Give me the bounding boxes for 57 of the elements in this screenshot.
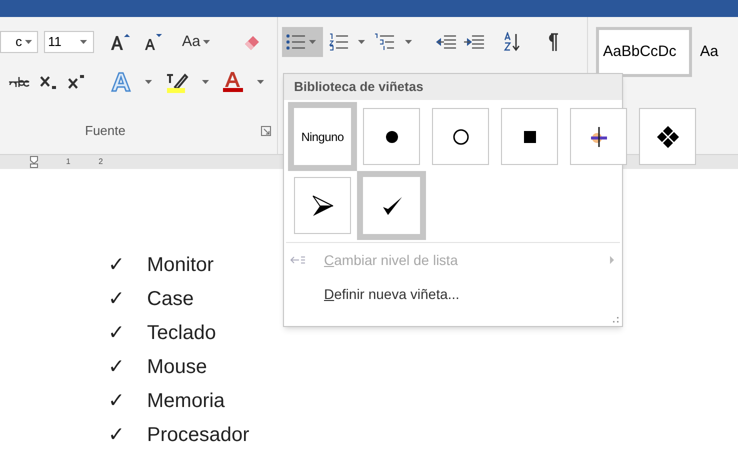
caret-icon[interactable]	[145, 80, 152, 84]
ruler-number: 2	[98, 156, 103, 168]
shrink-font-icon[interactable]	[142, 33, 162, 51]
bullet-list-icon[interactable]	[286, 33, 306, 51]
grow-font-icon[interactable]	[110, 33, 130, 51]
subscript-icon[interactable]	[40, 74, 58, 90]
bullet-option[interactable]	[363, 108, 420, 165]
caret-icon[interactable]	[309, 40, 316, 44]
group-label: Fuente	[85, 122, 126, 140]
resize-grip-icon[interactable]	[613, 317, 619, 323]
menu-header: Biblioteca de viñetas	[284, 74, 622, 100]
indent-marker-icon[interactable]	[30, 156, 38, 168]
dialog-launcher-icon[interactable]	[261, 126, 271, 136]
list-item-text: Case	[147, 287, 194, 311]
increase-indent-icon[interactable]	[463, 33, 485, 51]
caret-icon[interactable]	[25, 40, 32, 44]
font-name-field[interactable]: c	[0, 31, 38, 53]
style-gallery-item[interactable]: AaBbCcDc	[596, 27, 692, 77]
caret-icon[interactable]	[358, 40, 365, 44]
font-color-icon[interactable]	[222, 71, 244, 93]
multilevel-list-icon[interactable]	[374, 33, 396, 51]
bullet-option[interactable]	[639, 108, 696, 165]
bullets-button[interactable]	[282, 27, 323, 57]
bullet-option[interactable]	[501, 108, 558, 165]
diamonds-icon	[656, 126, 678, 148]
font-size-field[interactable]: 11	[44, 31, 94, 53]
ruler-number: 1	[66, 156, 70, 168]
caret-icon[interactable]	[257, 80, 264, 84]
text-effects-icon[interactable]	[110, 72, 132, 92]
superscript-icon[interactable]	[68, 74, 86, 90]
sort-icon[interactable]	[503, 32, 521, 52]
caret-icon[interactable]	[202, 80, 209, 84]
strikethrough-icon[interactable]	[8, 75, 30, 89]
numbered-list-icon[interactable]	[329, 33, 349, 51]
decrease-indent-icon[interactable]	[435, 33, 457, 51]
bullet-option[interactable]: Ninguno	[288, 102, 357, 171]
caret-icon[interactable]	[80, 40, 87, 44]
style-gallery-item[interactable]: Aa	[696, 27, 722, 77]
list-item-text: Procesador	[147, 423, 250, 447]
caret-icon[interactable]	[203, 40, 210, 44]
list-item-text: Monitor	[147, 253, 214, 277]
caret-icon[interactable]	[405, 40, 412, 44]
list-item-text: Teclado	[147, 321, 216, 345]
list-item-text: Memoria	[147, 389, 225, 413]
arrowhead-icon	[312, 194, 334, 216]
bullet-mark: ✓	[108, 321, 125, 345]
list-item-text: Mouse	[147, 355, 208, 379]
highlight-color-icon[interactable]	[165, 71, 189, 93]
bullet-mark: ✓	[108, 389, 125, 413]
bullet-mark: ✓	[108, 287, 125, 311]
bullet-option[interactable]	[294, 177, 351, 234]
bullet-mark: ✓	[108, 423, 125, 447]
change-case-button[interactable]: Aa	[182, 30, 214, 54]
bullet-mark: ✓	[108, 355, 125, 379]
bullet-mark: ✓	[108, 253, 125, 277]
menu-item[interactable]: Definir nueva viñeta...	[284, 277, 622, 311]
check-icon	[380, 194, 402, 216]
